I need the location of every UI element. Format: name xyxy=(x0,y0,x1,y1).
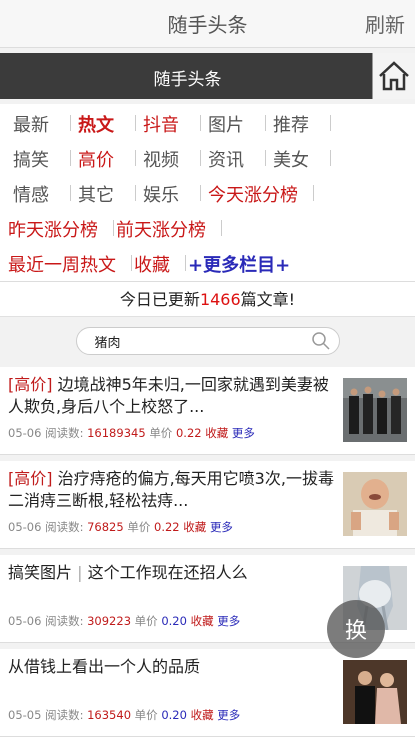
article-thumbnail[interactable] xyxy=(343,472,407,536)
article-tag: 搞笑图片 xyxy=(8,563,73,582)
category-high-price[interactable]: 高价 xyxy=(65,146,136,172)
favorite-link[interactable]: 收藏 xyxy=(183,520,206,534)
price-label: 单价 xyxy=(134,614,158,628)
article-reads: 309223 xyxy=(87,614,132,628)
more-link[interactable]: 更多 xyxy=(210,520,233,534)
article-item[interactable]: [高价] 治疗痔疮的偏方,每天用它喷3次,一拔毒二消痔三断根,轻松祛痔... 0… xyxy=(0,461,415,549)
search-box xyxy=(75,327,340,355)
category-images[interactable]: 图片 xyxy=(195,111,266,137)
home-button[interactable] xyxy=(372,53,415,99)
article-title[interactable]: 这个工作现在还招人么 xyxy=(88,563,248,582)
search-input[interactable] xyxy=(92,333,297,350)
favorite-link[interactable]: 收藏 xyxy=(191,708,214,722)
search-icon[interactable] xyxy=(311,331,331,351)
article-thumbnail[interactable] xyxy=(343,660,407,724)
article-price: 0.22 xyxy=(154,520,180,534)
category-week-hot[interactable]: 最近一周热文 xyxy=(0,251,132,277)
reads-label: 阅读数: xyxy=(45,426,84,440)
reads-label: 阅读数: xyxy=(45,708,84,722)
category-today-rank[interactable]: 今天涨分榜 xyxy=(195,181,314,207)
more-link[interactable]: 更多 xyxy=(232,426,255,440)
search-section xyxy=(0,317,415,367)
article-title[interactable]: 从借钱上看出一个人的品质 xyxy=(8,657,200,676)
article-reads: 76825 xyxy=(87,520,124,534)
category-yesterday-rank[interactable]: 昨天涨分榜 xyxy=(0,216,114,242)
category-emotion[interactable]: 情感 xyxy=(0,181,71,207)
article-price: 0.20 xyxy=(161,708,187,722)
article-title[interactable]: 边境战神5年未归,一回家就遇到美妻被人欺负,身后八个上校怒了... xyxy=(8,375,329,416)
nav-bar: 随手头条 xyxy=(0,53,415,99)
article-date: 05-06 xyxy=(8,614,42,628)
price-label: 单价 xyxy=(134,708,158,722)
article-item[interactable]: 从借钱上看出一个人的品质 05-05 阅读数: 163540 单价 0.20 收… xyxy=(0,649,415,737)
favorite-link[interactable]: 收藏 xyxy=(205,426,228,440)
update-count: 1466 xyxy=(199,290,241,309)
article-thumbnail[interactable] xyxy=(343,378,407,442)
category-news[interactable]: 资讯 xyxy=(195,146,266,172)
nav-title: 随手头条 xyxy=(153,70,222,90)
category-entertainment[interactable]: 娱乐 xyxy=(130,181,201,207)
price-label: 单价 xyxy=(149,426,173,440)
category-beauty[interactable]: 美女 xyxy=(260,146,331,172)
update-notice: 今日已更新1466篇文章! xyxy=(0,282,415,317)
favorite-link[interactable]: 收藏 xyxy=(191,614,214,628)
article-date: 05-06 xyxy=(8,426,42,440)
more-link[interactable]: 更多 xyxy=(217,614,240,628)
article-date: 05-05 xyxy=(8,708,42,722)
article-tag: [高价] xyxy=(8,469,53,488)
swap-button[interactable]: 换 xyxy=(327,600,385,658)
article-meta: 05-05 阅读数: 163540 单价 0.20 收藏 更多 xyxy=(8,707,240,723)
top-bar: 随手头条 刷新 xyxy=(0,0,415,48)
category-other[interactable]: 其它 xyxy=(65,181,136,207)
category-day-before-rank[interactable]: 前天涨分榜 xyxy=(108,216,222,242)
article-tag: [高价] xyxy=(8,375,53,394)
article-reads: 16189345 xyxy=(87,426,146,440)
category-grid: 最新 热文 抖音 图片 推荐 搞笑 高价 视频 资讯 美女 情感 其它 娱乐 今… xyxy=(0,104,415,282)
more-categories-link[interactable]: +更多栏目+ xyxy=(180,251,300,277)
article-meta: 05-06 阅读数: 16189345 单价 0.22 收藏 更多 xyxy=(8,425,255,441)
article-date: 05-06 xyxy=(8,520,42,534)
category-recommend[interactable]: 推荐 xyxy=(260,111,331,137)
category-video[interactable]: 视频 xyxy=(130,146,201,172)
article-title[interactable]: 治疗痔疮的偏方,每天用它喷3次,一拔毒二消痔三断根,轻松祛痔... xyxy=(8,469,334,510)
home-icon xyxy=(379,61,409,91)
price-label: 单价 xyxy=(127,520,151,534)
article-meta: 05-06 阅读数: 76825 单价 0.22 收藏 更多 xyxy=(8,519,233,535)
article-reads: 163540 xyxy=(87,708,132,722)
swap-label: 换 xyxy=(344,619,367,644)
app-title: 随手头条 xyxy=(167,13,248,37)
article-price: 0.20 xyxy=(161,614,187,628)
more-link[interactable]: 更多 xyxy=(217,708,240,722)
refresh-button[interactable]: 刷新 xyxy=(365,9,405,38)
category-douyin[interactable]: 抖音 xyxy=(130,111,201,137)
reads-label: 阅读数: xyxy=(45,614,84,628)
article-price: 0.22 xyxy=(175,426,202,440)
reads-label: 阅读数: xyxy=(45,520,84,534)
update-prefix: 今日已更新 xyxy=(119,290,200,309)
category-favorites[interactable]: 收藏 xyxy=(126,251,186,277)
update-suffix: 篇文章! xyxy=(240,290,296,309)
article-item[interactable]: [高价] 边境战神5年未归,一回家就遇到美妻被人欺负,身后八个上校怒了... 0… xyxy=(0,367,415,455)
category-latest[interactable]: 最新 xyxy=(0,111,71,137)
article-meta: 05-06 阅读数: 309223 单价 0.20 收藏 更多 xyxy=(8,613,240,629)
category-funny[interactable]: 搞笑 xyxy=(0,146,71,172)
category-hot-articles[interactable]: 热文 xyxy=(65,111,136,137)
